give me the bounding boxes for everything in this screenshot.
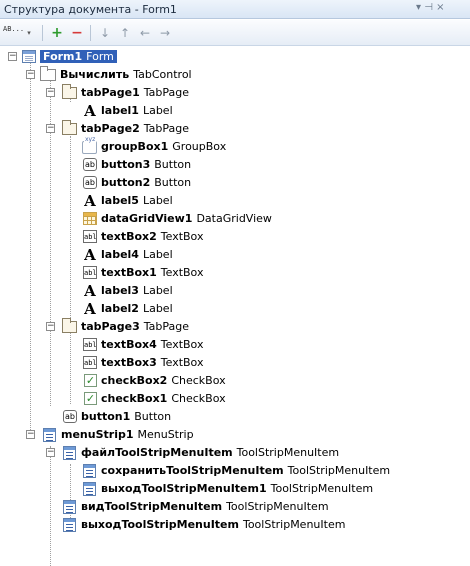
window-controls-icon[interactable]: ▾ ⊣ ×: [416, 2, 444, 13]
collapse-icon[interactable]: −: [46, 448, 55, 457]
tree-node-label: groupBox1 GroupBox: [101, 140, 227, 153]
textbox-icon: abl: [83, 356, 97, 369]
label-icon: A: [84, 246, 96, 264]
remove-icon[interactable]: −: [68, 24, 86, 42]
checkbox-icon: ✓: [84, 374, 97, 387]
label-icon: A: [84, 300, 96, 318]
button-icon: ab: [63, 410, 77, 423]
tree-node-label: tabPage1 TabPage: [81, 86, 189, 99]
label-icon: A: [84, 102, 96, 120]
collapse-icon[interactable]: −: [46, 88, 55, 97]
toolbar-separator: [42, 25, 43, 41]
sort-icon[interactable]: AB...: [3, 25, 24, 43]
menu-item-icon: [83, 464, 96, 478]
tree-node-label: button3 Button: [101, 158, 192, 171]
toolbar-separator: [90, 25, 91, 41]
textbox-icon: abl: [83, 338, 97, 351]
tree-node-label: видToolStripMenuItem ToolStripMenuItem: [81, 500, 329, 513]
move-up-icon[interactable]: ↑: [116, 24, 134, 42]
button-icon: ab: [83, 176, 97, 189]
tabpage-icon: [62, 120, 77, 135]
tree-node-label: label1 Label: [101, 104, 173, 117]
tree-node-label: label4 Label: [101, 248, 173, 261]
panel-title: Структура документа - Form1: [4, 3, 177, 16]
checkbox-icon: ✓: [84, 392, 97, 405]
tree-node-label: button1 Button: [81, 410, 172, 423]
dropdown-arrow-icon[interactable]: ▾: [20, 24, 38, 42]
collapse-icon[interactable]: −: [46, 322, 55, 331]
move-right-icon[interactable]: →: [156, 24, 174, 42]
tree-node-label: выходToolStripMenuItem ToolStripMenuItem: [81, 518, 346, 531]
move-left-icon[interactable]: ←: [136, 24, 154, 42]
menu-item-icon: [63, 518, 76, 532]
datagrid-icon: [83, 212, 97, 225]
collapse-icon[interactable]: −: [46, 124, 55, 133]
tree-node-label: textBox3 TextBox: [101, 356, 204, 369]
collapse-icon[interactable]: −: [26, 430, 35, 439]
move-down-icon[interactable]: ↓: [96, 24, 114, 42]
tree-node-label: файлToolStripMenuItem ToolStripMenuItem: [81, 446, 340, 459]
document-outline-tree[interactable]: − Form1 Form − Вычислить TabControl − tabP…: [0, 48, 470, 566]
tree-node-label: label2 Label: [101, 302, 173, 315]
toolbar: AB... ▾ + − ↓ ↑ ← →: [0, 20, 470, 46]
tree-node-label: выходToolStripMenuItem1 ToolStripMenuItem: [101, 482, 374, 495]
menu-item-icon: [63, 446, 76, 460]
textbox-icon: abl: [83, 230, 97, 243]
label-icon: A: [84, 282, 96, 300]
tree-node-label: tabPage2 TabPage: [81, 122, 189, 135]
tree-node-label: сохранитьToolStripMenuItem ToolStripMenuI…: [101, 464, 391, 477]
collapse-icon[interactable]: −: [26, 70, 35, 79]
add-icon[interactable]: +: [48, 24, 66, 42]
collapse-icon[interactable]: −: [8, 52, 17, 61]
groupbox-icon: [82, 136, 97, 154]
panel-title-bar: Структура документа - Form1 ▾ ⊣ ×: [0, 0, 470, 19]
tree-node-label: menuStrip1 MenuStrip: [61, 428, 194, 441]
tree-node-label: textBox1 TextBox: [101, 266, 204, 279]
tree-node-label: tabPage3 TabPage: [81, 320, 189, 333]
tree-node-label: dataGridView1 DataGridView: [101, 212, 272, 225]
menustrip-icon: [43, 428, 56, 442]
tabcontrol-icon: [40, 66, 56, 81]
tabpage-icon: [62, 318, 77, 333]
tree-node-label: textBox4 TextBox: [101, 338, 204, 351]
tabpage-icon: [62, 84, 77, 99]
tree-node-label: textBox2 TextBox: [101, 230, 204, 243]
tree-node-label: label5 Label: [101, 194, 173, 207]
menu-item-icon: [63, 500, 76, 514]
tree-node-label: label3 Label: [101, 284, 173, 297]
tree-node-label: Вычислить TabControl: [60, 68, 192, 81]
textbox-icon: abl: [83, 266, 97, 279]
label-icon: A: [84, 192, 96, 210]
tree-node-label: button2 Button: [101, 176, 192, 189]
button-icon: ab: [83, 158, 97, 171]
tree-node-label: checkBox1 CheckBox: [101, 392, 226, 405]
menu-item-icon: [83, 482, 96, 496]
form-icon: [22, 50, 36, 63]
tree-node-label: checkBox2 CheckBox: [101, 374, 226, 387]
tree-node-label: Form1 Form: [40, 50, 117, 63]
